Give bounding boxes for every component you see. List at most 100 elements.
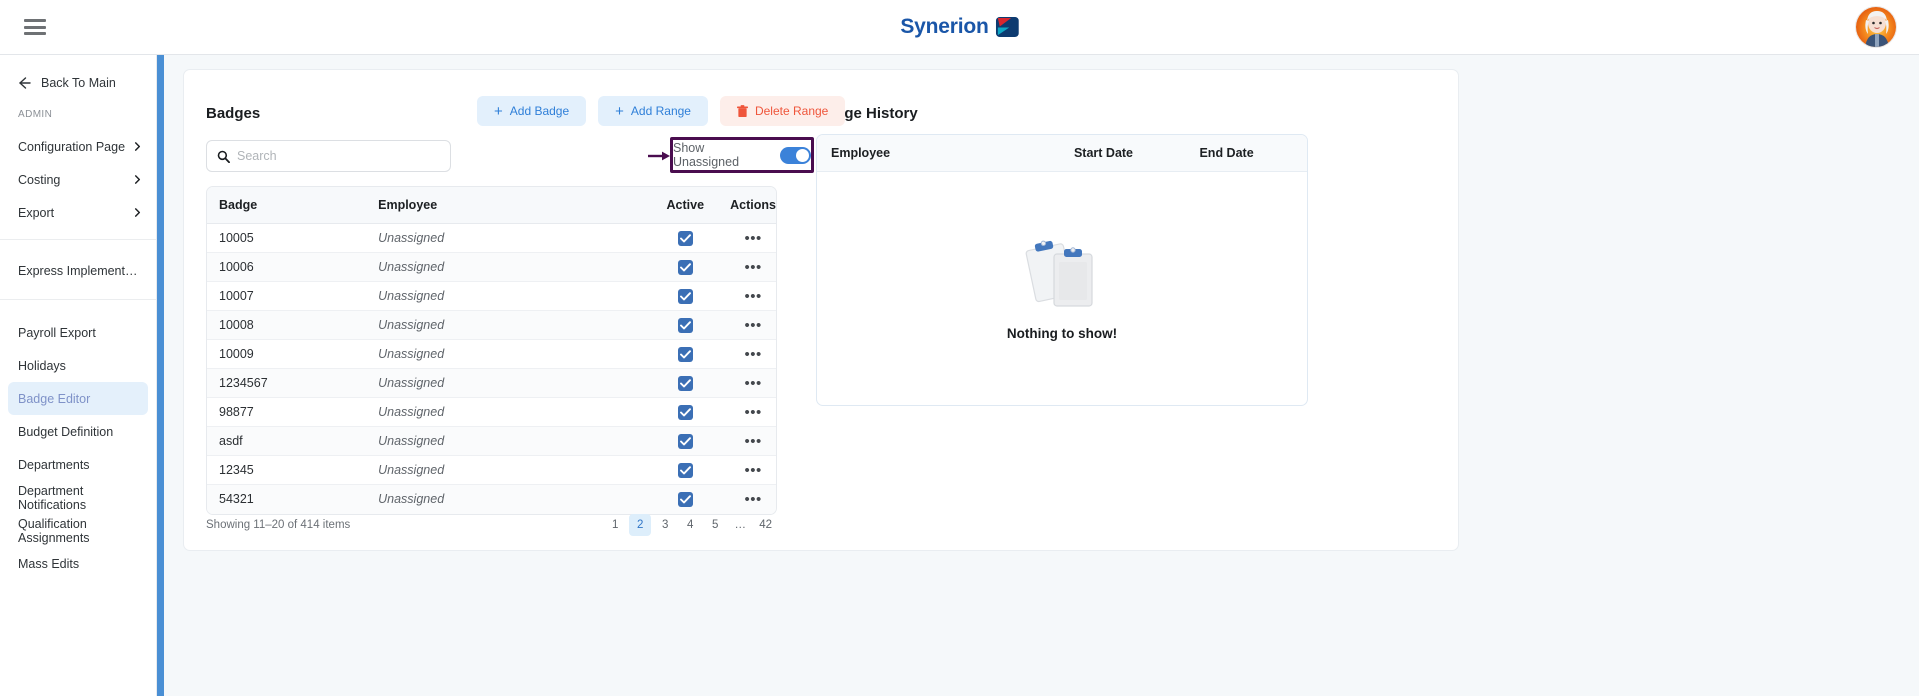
back-to-main-label: Back To Main xyxy=(41,76,116,90)
cell-actions: ••• xyxy=(718,252,776,282)
employee-value: Unassigned xyxy=(378,376,445,390)
add-range-label: Add Range xyxy=(630,104,691,118)
back-to-main-button[interactable]: Back To Main xyxy=(0,55,156,91)
pagination-page-42[interactable]: 42 xyxy=(754,514,777,536)
row-actions-menu-icon[interactable]: ••• xyxy=(744,433,761,450)
row-actions-menu-icon[interactable]: ••• xyxy=(744,404,761,421)
pagination-page-1[interactable]: 1 xyxy=(604,514,626,536)
sidebar-item-label: Qualification Assignments xyxy=(18,516,90,545)
table-row[interactable]: asdf Unassigned ••• xyxy=(207,426,776,456)
cell-active xyxy=(640,397,719,427)
row-actions-menu-icon[interactable]: ••• xyxy=(744,375,761,392)
add-range-button[interactable]: + Add Range xyxy=(598,96,708,126)
column-header-badge[interactable]: Badge xyxy=(207,187,367,224)
active-checkbox[interactable] xyxy=(677,259,693,275)
table-row[interactable]: 10008 Unassigned ••• xyxy=(207,310,776,340)
sidebar-item-configuration-page[interactable]: Configuration Page xyxy=(0,130,156,163)
chevron-right-icon xyxy=(134,208,141,217)
trash-icon xyxy=(736,104,748,117)
annotation-arrow-icon xyxy=(648,151,670,161)
hamburger-bar xyxy=(24,25,46,29)
employee-value: Unassigned xyxy=(378,405,445,419)
cell-active xyxy=(640,368,719,398)
cell-employee: Unassigned xyxy=(366,310,641,340)
pagination-page-4[interactable]: 4 xyxy=(679,514,701,536)
cell-badge: 98877 xyxy=(207,397,367,427)
toggle-knob xyxy=(796,148,809,162)
sidebar-item-label: Payroll Export xyxy=(18,325,96,340)
sidebar-item-label: Configuration Page xyxy=(18,139,126,154)
sidebar-item-label: Holidays xyxy=(18,358,66,373)
sidebar-group-pages: Payroll Export Holidays Badge Editor Bud… xyxy=(0,300,156,580)
cell-active xyxy=(640,223,719,253)
row-actions-menu-icon[interactable]: ••• xyxy=(744,346,761,363)
showing-count-label: Showing 11–20 of 414 items xyxy=(206,519,351,531)
chevron-right-icon xyxy=(134,142,141,151)
cell-employee: Unassigned xyxy=(366,426,641,456)
sidebar-item-departments[interactable]: Departments xyxy=(0,448,156,481)
sidebar-item-costing[interactable]: Costing xyxy=(0,163,156,196)
cell-badge: 10006 xyxy=(207,252,367,282)
table-row[interactable]: 54321 Unassigned ••• xyxy=(207,484,776,514)
cell-badge: asdf xyxy=(207,426,367,456)
sidebar-item-department-notifications[interactable]: Department Notifications xyxy=(0,481,156,514)
cell-actions: ••• xyxy=(718,368,776,398)
row-actions-menu-icon[interactable]: ••• xyxy=(744,317,761,334)
table-row[interactable]: 1234567 Unassigned ••• xyxy=(207,368,776,398)
row-actions-menu-icon[interactable]: ••• xyxy=(744,259,761,276)
row-actions-menu-icon[interactable]: ••• xyxy=(744,288,761,305)
pagination-page-5[interactable]: 5 xyxy=(704,514,726,536)
show-unassigned-toggle[interactable] xyxy=(780,146,811,164)
sidebar-item-label: Express Implementation P… xyxy=(18,263,142,278)
add-badge-button[interactable]: + Add Badge xyxy=(477,96,587,126)
active-checkbox[interactable] xyxy=(677,346,693,362)
pagination-page-2[interactable]: 2 xyxy=(629,514,652,536)
avatar[interactable] xyxy=(1855,6,1897,48)
row-actions-menu-icon[interactable]: ••• xyxy=(744,230,761,247)
table-row[interactable]: 98877 Unassigned ••• xyxy=(207,397,776,427)
row-actions-menu-icon[interactable]: ••• xyxy=(744,462,761,479)
main-content: Badges Badge History + Add Badge + Add R… xyxy=(164,55,1919,696)
sidebar-item-holidays[interactable]: Holidays xyxy=(0,349,156,382)
pagination-page-…[interactable]: … xyxy=(729,514,751,536)
employee-value: Unassigned xyxy=(378,434,445,448)
active-checkbox[interactable] xyxy=(677,375,693,391)
sidebar-item-qualification-assignments[interactable]: Qualification Assignments xyxy=(0,514,156,547)
row-actions-menu-icon[interactable]: ••• xyxy=(744,491,761,508)
column-header-active[interactable]: Active xyxy=(640,187,719,224)
cell-employee: Unassigned xyxy=(366,281,641,311)
sidebar-item-express-implementation[interactable]: Express Implementation P… xyxy=(0,254,156,287)
cell-actions: ••• xyxy=(718,397,776,427)
hamburger-icon[interactable] xyxy=(24,19,46,35)
column-header-actions: Actions xyxy=(718,187,776,224)
pagination-page-3[interactable]: 3 xyxy=(654,514,676,536)
cell-actions: ••• xyxy=(718,339,776,369)
active-checkbox[interactable] xyxy=(677,462,693,478)
active-checkbox[interactable] xyxy=(677,433,693,449)
sidebar: Back To Main ADMIN Configuration Page Co… xyxy=(0,55,157,696)
search-input[interactable] xyxy=(237,149,427,163)
cell-active xyxy=(640,426,719,456)
sidebar-item-payroll-export[interactable]: Payroll Export xyxy=(0,316,156,349)
employee-value: Unassigned xyxy=(378,260,445,274)
sidebar-item-export[interactable]: Export xyxy=(0,196,156,229)
active-checkbox[interactable] xyxy=(677,317,693,333)
table-row[interactable]: 10009 Unassigned ••• xyxy=(207,339,776,369)
column-header-employee[interactable]: Employee xyxy=(366,187,641,224)
sidebar-item-badge-editor[interactable]: Badge Editor xyxy=(8,382,148,415)
cell-actions: ••• xyxy=(718,281,776,311)
search-box[interactable] xyxy=(206,140,451,172)
active-checkbox[interactable] xyxy=(677,491,693,507)
active-checkbox[interactable] xyxy=(677,230,693,246)
active-checkbox[interactable] xyxy=(677,288,693,304)
delete-range-button[interactable]: Delete Range xyxy=(719,96,846,126)
active-checkbox[interactable] xyxy=(677,404,693,420)
sidebar-item-mass-edits[interactable]: Mass Edits xyxy=(0,547,156,580)
table-row[interactable]: 10007 Unassigned ••• xyxy=(207,281,776,311)
table-row[interactable]: 10006 Unassigned ••• xyxy=(207,252,776,282)
table-row[interactable]: 10005 Unassigned ••• xyxy=(207,223,776,253)
table-row[interactable]: 12345 Unassigned ••• xyxy=(207,455,776,485)
hamburger-bar xyxy=(24,19,46,22)
pagination: 1 2 3 4 5… 42 xyxy=(604,514,777,536)
sidebar-item-budget-definition[interactable]: Budget Definition xyxy=(0,415,156,448)
